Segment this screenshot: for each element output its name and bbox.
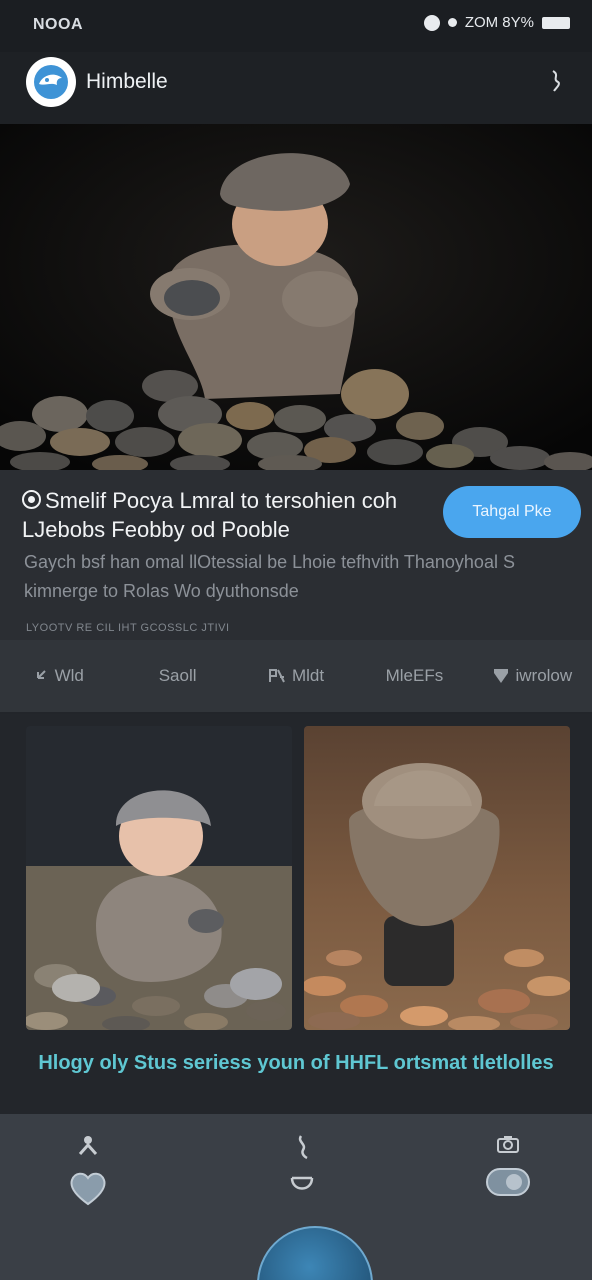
smile-icon <box>290 1176 314 1190</box>
post-description: Gaych bsf han omal llOtessial be Lhoie t… <box>24 552 515 601</box>
post-title-text: Smelif Pocya Lmral to tersohien coh LJeb… <box>22 488 398 542</box>
gallery-caption: Hlogy oly Stus seriess youn of HHFL orts… <box>38 1052 554 1074</box>
action-save[interactable]: Saoll <box>118 666 236 686</box>
toggle-icon <box>486 1168 530 1196</box>
nav-profile[interactable] <box>58 1134 118 1224</box>
action-tag[interactable]: MleEFs <box>355 666 473 686</box>
action-label: iwrolow <box>515 666 573 685</box>
back-arrow-icon <box>36 670 46 679</box>
action-label: Mldt <box>291 666 325 685</box>
nav-chat[interactable] <box>272 1134 332 1224</box>
hook-icon <box>298 1135 308 1160</box>
gallery: Hlogy oly Stus seriess youn of HHFL orts… <box>0 714 592 1114</box>
gallery-photo-right[interactable] <box>304 726 570 1030</box>
action-label: Saoll <box>158 666 197 685</box>
action-row: Wld Saoll Mldt MleEFs iwrolow <box>0 640 592 712</box>
radio-icon <box>22 490 41 509</box>
app-header: Himbelle <box>0 52 592 124</box>
action-back[interactable]: Wld <box>0 666 118 686</box>
nav-camera[interactable] <box>478 1134 538 1224</box>
action-shield[interactable]: iwrolow <box>474 666 592 686</box>
alarm-icon <box>423 14 440 31</box>
post-meta: LYOOTV RE CIL IHT GCOSSLC JTIVI <box>26 622 230 634</box>
heart-icon <box>70 1172 106 1206</box>
app-name: Himbelle <box>86 70 168 93</box>
status-text: ZOM 8Y% <box>464 14 534 31</box>
action-translate[interactable]: Mldt <box>237 666 355 686</box>
translate-icon <box>268 669 285 683</box>
squiggle-icon[interactable] <box>546 66 566 96</box>
signal-icon <box>447 18 457 27</box>
battery-icon <box>542 16 570 29</box>
bird-logo-icon[interactable] <box>26 57 76 107</box>
gallery-photo-left[interactable] <box>26 726 292 1030</box>
post-info: Smelif Pocya Lmral to tersohien coh LJeb… <box>0 470 592 640</box>
cta-button[interactable]: Tahgal Pke <box>443 486 581 538</box>
status-bar: NOOA ZOM 8Y% <box>0 0 592 52</box>
camera-icon <box>497 1136 519 1153</box>
hero-photo[interactable] <box>0 124 592 470</box>
action-label: Wld <box>54 666 84 685</box>
app-screen: NOOA ZOM 8Y% Himbelle Smelif Pocya Lmral… <box>0 0 592 1280</box>
person-icon <box>78 1136 98 1155</box>
carrier-label: NOOA <box>33 16 83 33</box>
shield-icon <box>494 669 509 683</box>
post-title[interactable]: Smelif Pocya Lmral to tersohien coh LJeb… <box>22 486 432 544</box>
status-indicators: ZOM 8Y% <box>423 14 570 31</box>
action-label: MleEFs <box>385 666 444 685</box>
